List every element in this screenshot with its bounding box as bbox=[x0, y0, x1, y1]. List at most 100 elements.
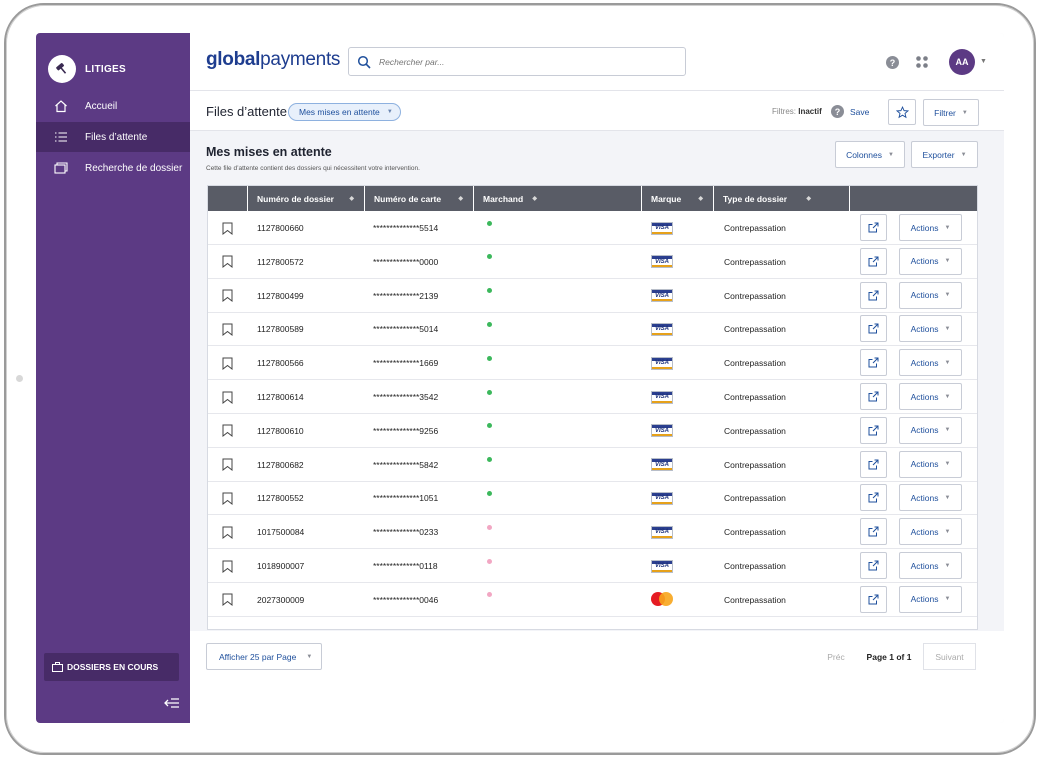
column-label: Marque bbox=[651, 193, 682, 204]
actions-button[interactable]: Actions ▼ bbox=[899, 450, 962, 478]
table-row[interactable]: 1127800572 **************0000 VISA Contrepa… bbox=[208, 245, 977, 279]
actions-button[interactable]: Actions ▼ bbox=[899, 383, 962, 410]
open-case-button[interactable] bbox=[860, 315, 887, 343]
bookmark-icon[interactable] bbox=[222, 346, 234, 380]
folders-icon bbox=[36, 161, 85, 175]
bookmark-icon[interactable] bbox=[222, 245, 234, 279]
user-avatar[interactable]: AA bbox=[949, 49, 975, 75]
table-row[interactable]: 2027300009 **************0046 Contrepassat… bbox=[208, 583, 977, 617]
table-row[interactable]: 1127800552 **************1051 VISA Contrepa… bbox=[208, 481, 977, 516]
open-case-button[interactable] bbox=[860, 349, 887, 377]
actions-button[interactable]: Actions ▼ bbox=[899, 214, 962, 241]
chevron-down-icon[interactable]: ▼ bbox=[980, 58, 987, 65]
case-number[interactable]: 1127800660 bbox=[257, 211, 304, 245]
bookmark-icon[interactable] bbox=[222, 312, 234, 346]
column-numero-carte[interactable]: Numéro de carte ◆ bbox=[365, 186, 474, 211]
filters-status: Filtres: Inactif bbox=[772, 107, 822, 116]
open-case-button[interactable] bbox=[860, 416, 887, 444]
case-number[interactable]: 1127800610 bbox=[257, 414, 304, 448]
sidebar-item-recherche[interactable]: Recherche de dossier bbox=[36, 153, 190, 183]
table-row[interactable]: 1127800610 **************9256 VISA Contrepa… bbox=[208, 414, 977, 448]
dossiers-en-cours-button[interactable]: DOSSIERS EN COURS bbox=[44, 653, 179, 681]
case-number[interactable]: 1127800552 bbox=[257, 481, 304, 515]
open-case-button[interactable] bbox=[860, 552, 887, 579]
open-case-button[interactable] bbox=[860, 484, 887, 512]
external-link-icon bbox=[868, 256, 879, 267]
case-number[interactable]: 1127800566 bbox=[257, 346, 304, 380]
bookmark-icon[interactable] bbox=[222, 414, 234, 448]
open-case-button[interactable] bbox=[860, 247, 887, 275]
case-type: Contrepassation bbox=[724, 561, 786, 571]
column-marchand[interactable]: Marchand ◆ bbox=[474, 186, 642, 211]
case-number[interactable]: 1127800614 bbox=[257, 380, 304, 414]
actions-button[interactable]: Actions ▼ bbox=[899, 281, 962, 309]
sidebar: LITIGES Accueil Files d’attente Recherch… bbox=[36, 33, 190, 723]
open-case-button[interactable] bbox=[860, 383, 887, 410]
bookmark-icon[interactable] bbox=[222, 515, 234, 549]
external-link-icon bbox=[868, 594, 879, 605]
bookmark-icon[interactable] bbox=[222, 448, 234, 482]
card-brand: VISA bbox=[651, 346, 673, 380]
collapse-sidebar-icon[interactable] bbox=[164, 696, 180, 710]
open-case-button[interactable] bbox=[860, 518, 887, 546]
merchant-status-dot bbox=[487, 583, 492, 617]
help-icon[interactable]: ? bbox=[831, 105, 844, 118]
table-row[interactable]: 1017500084 **************0233 VISA Contrepa… bbox=[208, 515, 977, 550]
table-row[interactable]: 1127800499 **************2139 VISA Contrepa… bbox=[208, 279, 977, 313]
case-number[interactable]: 1127800572 bbox=[257, 245, 304, 279]
actions-button[interactable]: Actions ▼ bbox=[899, 247, 962, 275]
sidebar-item-files-attente[interactable]: Files d’attente bbox=[36, 122, 190, 152]
save-filter-link[interactable]: Save bbox=[850, 107, 869, 117]
case-number[interactable]: 2027300009 bbox=[257, 583, 304, 617]
case-number[interactable]: 1127800589 bbox=[257, 312, 304, 346]
bookmark-icon[interactable] bbox=[222, 549, 234, 583]
table-row[interactable]: 1127800682 **************5842 VISA Contrepa… bbox=[208, 448, 977, 482]
queue-selector[interactable]: Mes mises en attente ▼ bbox=[288, 103, 401, 121]
table-row[interactable]: 1127800566 **************1669 VISA Contrepa… bbox=[208, 346, 977, 381]
bookmark-icon[interactable] bbox=[222, 211, 234, 245]
open-case-button[interactable] bbox=[860, 281, 887, 309]
open-case-button[interactable] bbox=[860, 214, 887, 241]
bookmark-icon[interactable] bbox=[222, 380, 234, 414]
help-icon[interactable]: ? bbox=[886, 56, 899, 69]
search-box[interactable] bbox=[348, 47, 686, 76]
sidebar-item-accueil[interactable]: Accueil bbox=[36, 91, 190, 121]
open-case-button[interactable] bbox=[860, 585, 887, 613]
column-marque[interactable]: Marque ◆ bbox=[642, 186, 714, 211]
columns-button[interactable]: Colonnes ▼ bbox=[835, 141, 905, 168]
table-row[interactable]: 1127800660 **************5514 VISA Contrepa… bbox=[208, 211, 977, 245]
top-header: globalpayments ? AA ▼ bbox=[190, 33, 1004, 91]
open-case-button[interactable] bbox=[860, 450, 887, 478]
case-number[interactable]: 1018900007 bbox=[257, 549, 304, 583]
pagination-bar: Afficher 25 par Page ▼ Préc Page 1 of 1 S… bbox=[190, 631, 1004, 723]
export-button[interactable]: Exporter ▼ bbox=[911, 141, 978, 168]
case-number[interactable]: 1017500084 bbox=[257, 515, 304, 549]
card-number: **************0233 bbox=[373, 527, 439, 538]
previous-page-button[interactable]: Préc bbox=[816, 643, 856, 670]
actions-button[interactable]: Actions ▼ bbox=[899, 349, 962, 377]
per-page-select[interactable]: Afficher 25 par Page ▼ bbox=[206, 643, 322, 670]
table-row[interactable]: 1018900007 **************0118 VISA Contrepa… bbox=[208, 549, 977, 583]
bookmark-icon[interactable] bbox=[222, 481, 234, 515]
actions-button[interactable]: Actions ▼ bbox=[899, 518, 962, 546]
actions-button[interactable]: Actions ▼ bbox=[899, 315, 962, 343]
search-input[interactable] bbox=[379, 56, 659, 67]
bookmark-icon[interactable] bbox=[222, 279, 234, 313]
table-row[interactable]: 1127800589 **************5014 VISA Contrepa… bbox=[208, 312, 977, 347]
column-type-dossier[interactable]: Type de dossier ◆ bbox=[714, 186, 850, 211]
apps-grid-icon[interactable] bbox=[915, 55, 929, 69]
case-number[interactable]: 1127800499 bbox=[257, 279, 304, 313]
column-numero-dossier[interactable]: Numéro de dossier ◆ bbox=[248, 186, 365, 211]
actions-button[interactable]: Actions ▼ bbox=[899, 416, 962, 444]
bookmark-icon[interactable] bbox=[222, 583, 234, 617]
visa-logo: VISA bbox=[651, 322, 673, 336]
favorite-button[interactable] bbox=[888, 99, 916, 125]
next-page-button[interactable]: Suivant bbox=[923, 643, 976, 670]
table-row[interactable]: 1127800614 **************3542 VISA Contrepa… bbox=[208, 380, 977, 414]
actions-button[interactable]: Actions ▼ bbox=[899, 585, 962, 613]
filter-button[interactable]: Filtrer ▼ bbox=[923, 99, 979, 126]
actions-button[interactable]: Actions ▼ bbox=[899, 484, 962, 512]
actions-button[interactable]: Actions ▼ bbox=[899, 552, 962, 579]
table-header: Numéro de dossier ◆ Numéro de carte ◆ Marc… bbox=[208, 186, 977, 211]
case-number[interactable]: 1127800682 bbox=[257, 448, 304, 482]
